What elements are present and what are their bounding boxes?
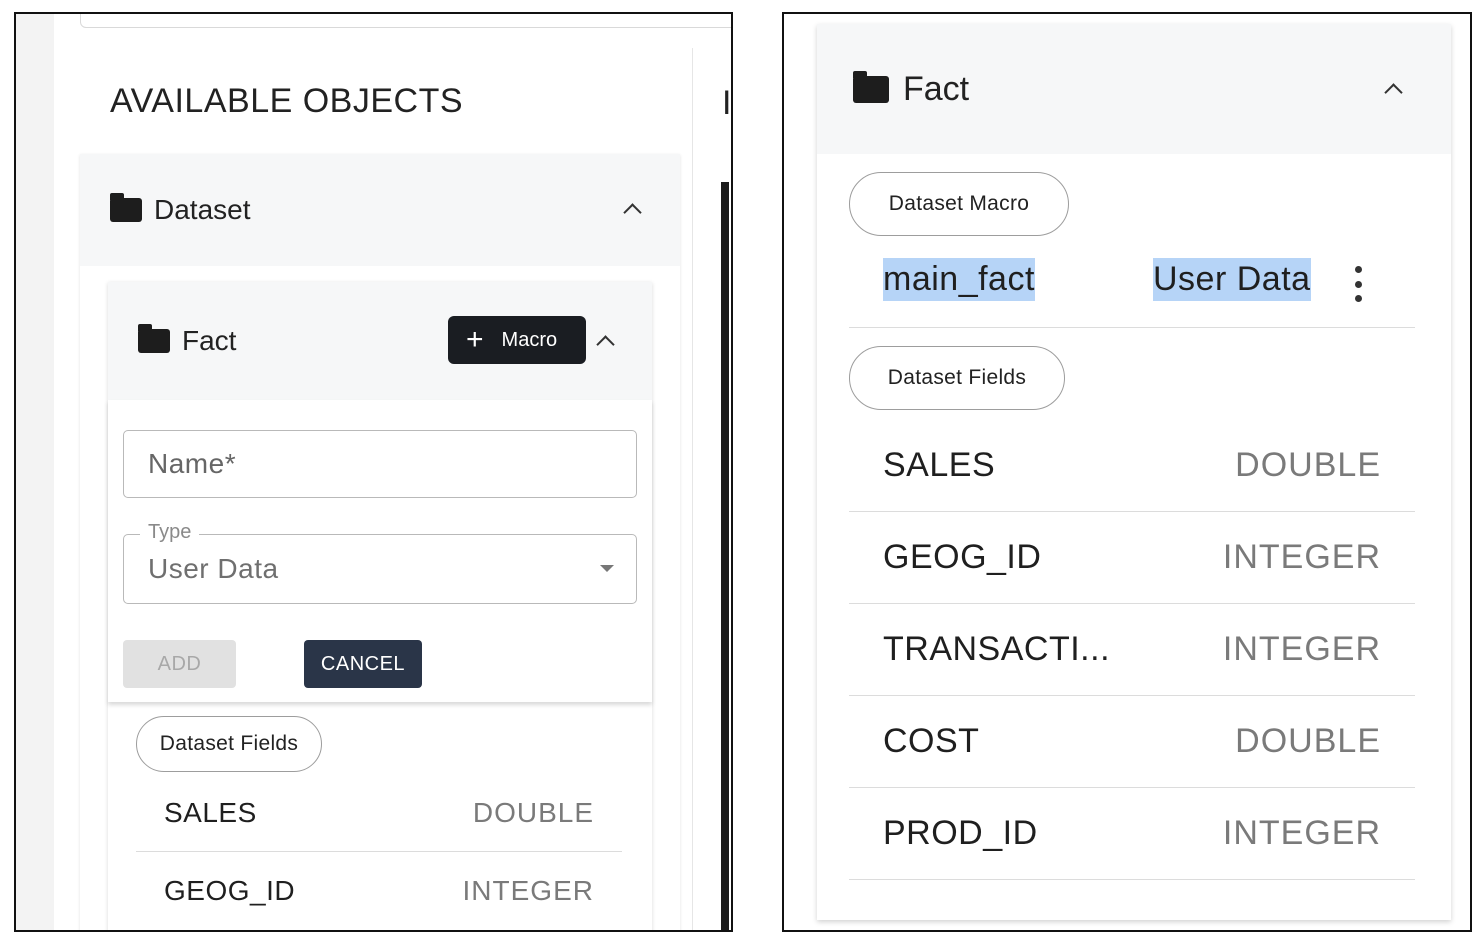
dataset-macro-chip[interactable]: Dataset Macro bbox=[849, 172, 1069, 236]
field-row[interactable]: SALES DOUBLE bbox=[849, 420, 1415, 512]
field-name: PROD_ID bbox=[883, 814, 1038, 852]
field-type: INTEGER bbox=[1222, 630, 1381, 668]
folder-icon bbox=[138, 324, 170, 353]
macro-button-label: Macro bbox=[501, 328, 558, 351]
fact-accordion-header[interactable]: Fact bbox=[817, 24, 1451, 154]
dataset-accordion-header[interactable]: Dataset bbox=[80, 154, 680, 266]
adjacent-panel-divider bbox=[721, 182, 729, 930]
fact-accordion: Fact Dataset Macro main_fact User Data D… bbox=[817, 24, 1451, 920]
fact-accordion-header[interactable]: Fact + Macro bbox=[108, 282, 652, 400]
dataset-label: Dataset bbox=[154, 194, 251, 225]
name-placeholder: Name* bbox=[148, 448, 237, 479]
field-name: GEOG_ID bbox=[883, 538, 1042, 576]
field-row[interactable]: GEOG_ID INTEGER bbox=[849, 512, 1415, 604]
macro-type: User Data bbox=[1153, 258, 1311, 301]
type-value: User Data bbox=[148, 553, 279, 584]
left-gutter bbox=[16, 14, 54, 930]
field-row[interactable]: PROD_ID INTEGER bbox=[849, 788, 1415, 880]
folder-icon bbox=[110, 193, 142, 222]
right-panel-screenshot: Fact Dataset Macro main_fact User Data D… bbox=[782, 12, 1472, 932]
fact-label: Fact bbox=[903, 69, 970, 108]
add-button[interactable]: ADD bbox=[123, 640, 236, 688]
field-row[interactable]: TRANSACTI... INTEGER bbox=[849, 604, 1415, 696]
field-name: SALES bbox=[883, 446, 996, 484]
left-panel-screenshot: I AVAILABLE OBJECTS Dataset Fact + Macro… bbox=[14, 12, 733, 932]
add-macro-button[interactable]: + Macro bbox=[448, 316, 586, 364]
field-name: COST bbox=[883, 722, 980, 760]
field-type: INTEGER bbox=[1222, 538, 1381, 576]
chevron-up-icon[interactable] bbox=[596, 335, 615, 354]
folder-icon bbox=[853, 70, 889, 103]
macro-form: Name* Type User Data ADD CANCEL bbox=[108, 400, 652, 702]
type-label: Type bbox=[140, 521, 200, 544]
top-input-bar[interactable] bbox=[80, 14, 731, 28]
plus-icon: + bbox=[466, 323, 484, 356]
field-name: TRANSACTI... bbox=[883, 630, 1111, 668]
field-row[interactable]: GEOG_ID INTEGER bbox=[136, 852, 622, 930]
fact-label: Fact bbox=[182, 325, 237, 356]
field-type: DOUBLE bbox=[1235, 722, 1381, 760]
field-type: DOUBLE bbox=[1235, 446, 1381, 484]
page-title: AVAILABLE OBJECTS bbox=[110, 82, 464, 120]
dataset-accordion: Dataset Fact + Macro Name* Type User Dat… bbox=[80, 154, 680, 930]
field-name: SALES bbox=[164, 796, 257, 828]
macro-list-item[interactable]: main_fact User Data bbox=[849, 258, 1415, 328]
caret-down-icon bbox=[600, 565, 614, 572]
field-type: DOUBLE bbox=[472, 796, 594, 828]
fact-accordion: Fact + Macro Name* Type User Data ADD CA… bbox=[108, 282, 652, 930]
dataset-fields-chip[interactable]: Dataset Fields bbox=[849, 346, 1065, 410]
more-vert-icon[interactable] bbox=[1353, 266, 1363, 302]
chevron-up-icon[interactable] bbox=[623, 203, 642, 222]
macro-name: main_fact bbox=[883, 258, 1035, 301]
field-type: INTEGER bbox=[462, 875, 594, 906]
dataset-fields-chip[interactable]: Dataset Fields bbox=[136, 716, 322, 772]
cancel-button[interactable]: CANCEL bbox=[304, 640, 422, 688]
field-row[interactable]: COST DOUBLE bbox=[849, 696, 1415, 788]
chevron-up-icon[interactable] bbox=[1384, 83, 1403, 102]
field-row[interactable]: SALES DOUBLE bbox=[136, 774, 622, 852]
name-input[interactable]: Name* bbox=[123, 430, 637, 498]
type-select[interactable]: Type User Data bbox=[123, 521, 637, 604]
adjacent-panel-title: I bbox=[722, 84, 732, 122]
field-type: INTEGER bbox=[1222, 814, 1381, 852]
field-name: GEOG_ID bbox=[164, 875, 296, 906]
